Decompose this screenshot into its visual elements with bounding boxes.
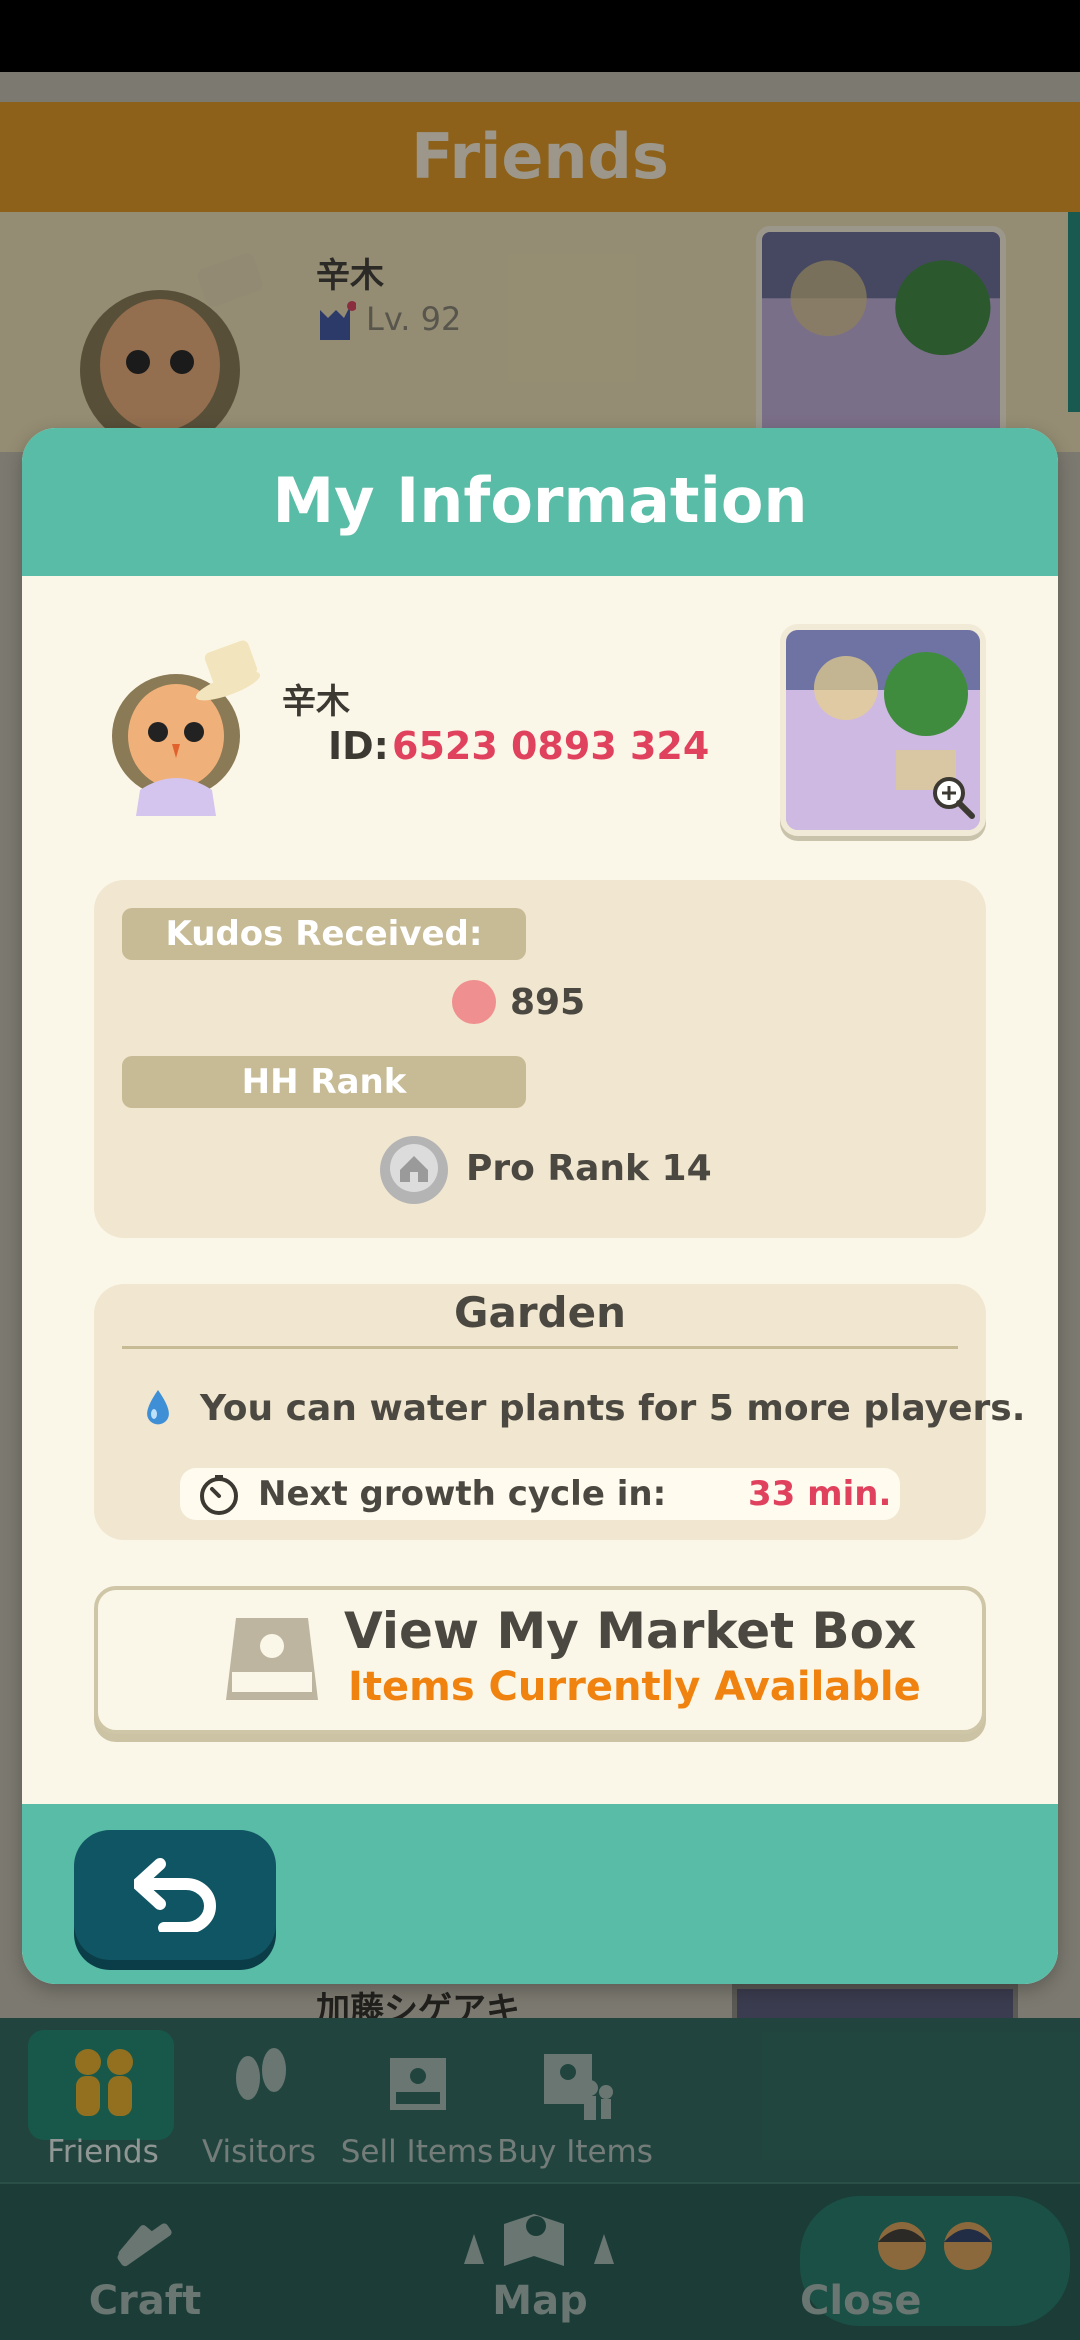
player-avatar: [112, 640, 261, 816]
status-bar: [0, 0, 1080, 72]
kudos-value: 895: [510, 982, 586, 1023]
growth-label: Next growth cycle in:: [258, 1474, 667, 1514]
growth-value: 33 min.: [748, 1474, 892, 1514]
back-arrow-icon: [134, 1858, 216, 1932]
divider: [122, 1346, 958, 1349]
kudos-label: Kudos Received:: [122, 908, 526, 960]
my-information-dialog: My Information 辛木 ID: 6523 0893 324 Kudo…: [22, 428, 1058, 1984]
market-box-icon: [226, 1618, 318, 1700]
rank-label: HH Rank: [122, 1056, 526, 1108]
water-status-text: You can water plants for 5 more players.: [200, 1388, 1026, 1429]
garden-title: Garden: [454, 1288, 626, 1337]
dialog-title: My Information: [272, 464, 808, 537]
water-drop-icon: [147, 1390, 169, 1425]
player-id-label: ID:: [328, 724, 389, 768]
timer-icon: [200, 1475, 238, 1515]
player-name: 辛木: [282, 682, 350, 722]
market-box-status: Items Currently Available: [348, 1664, 921, 1710]
rank-badge-icon: [380, 1136, 448, 1204]
market-box-title: View My Market Box: [344, 1602, 917, 1660]
player-id-value: 6523 0893 324: [392, 724, 710, 768]
zoom-icon[interactable]: [928, 772, 978, 822]
rank-value: Pro Rank 14: [466, 1148, 712, 1189]
smile-icon: [452, 980, 496, 1024]
